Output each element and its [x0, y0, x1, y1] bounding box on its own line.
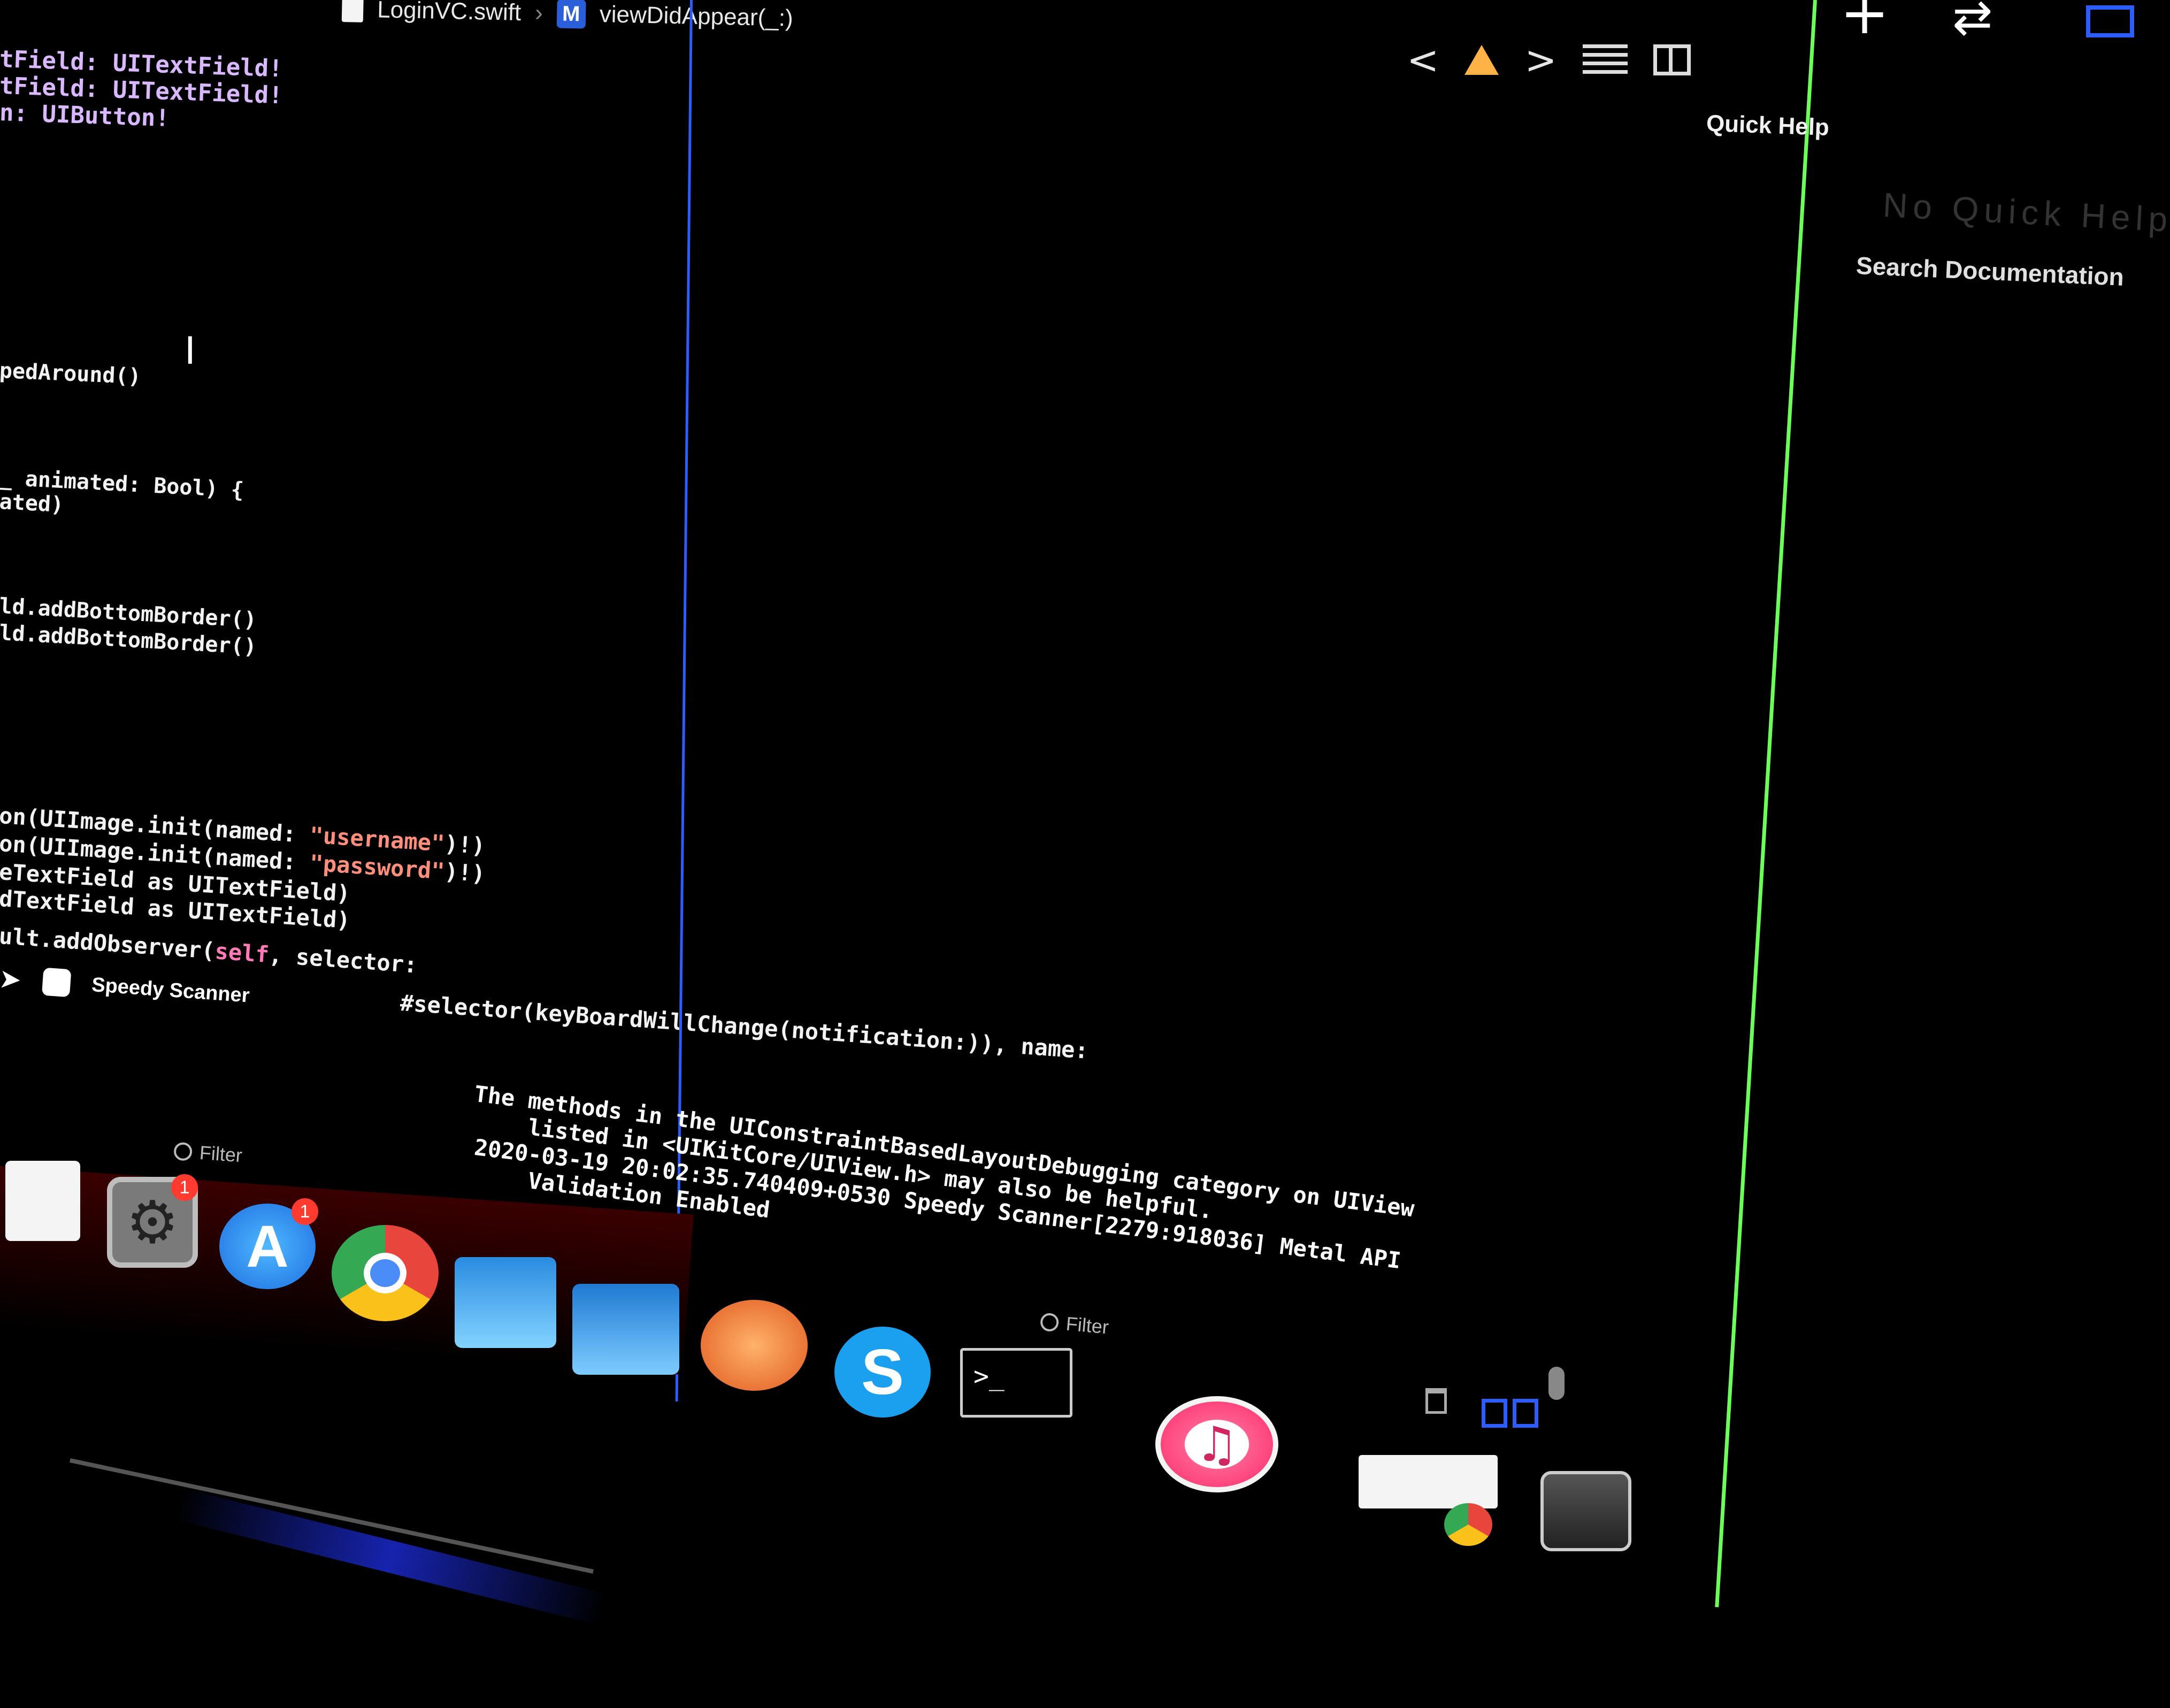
- filter-label: Filter: [198, 1141, 243, 1167]
- chrome-document-icon[interactable]: [1359, 1455, 1498, 1508]
- split-view-icon[interactable]: [1482, 1399, 1538, 1428]
- add-editor-icon[interactable]: [1653, 44, 1691, 75]
- chrome-badge-icon: [1444, 1503, 1492, 1546]
- previous-issue-button[interactable]: <: [1407, 37, 1439, 82]
- next-issue-button[interactable]: >: [1524, 37, 1556, 82]
- notification-badge: 1: [171, 1174, 198, 1201]
- code-text: tField:: [0, 45, 113, 77]
- terminal-icon[interactable]: >_: [960, 1348, 1072, 1418]
- code-line: ated): [0, 489, 65, 518]
- text-cursor-icon: I: [185, 329, 196, 373]
- xcode-icon[interactable]: [455, 1257, 556, 1348]
- code-text: )!): [443, 858, 486, 887]
- code-line: pedAround(): [0, 358, 142, 389]
- code-text: )!): [443, 830, 486, 860]
- no-quick-help-label: No Quick Help: [1882, 185, 2170, 240]
- finder-window-icon[interactable]: [5, 1161, 80, 1241]
- code-text: , selector:: [268, 941, 432, 979]
- add-icon[interactable]: +: [1840, 0, 1889, 47]
- xcode-beta-icon[interactable]: [572, 1284, 679, 1375]
- skype-icon[interactable]: S: [834, 1327, 931, 1418]
- code-text: tField:: [0, 72, 113, 104]
- editor-options-icon[interactable]: [1582, 44, 1628, 75]
- code-editor[interactable]: tField: UITextField! tField: UITextField…: [0, 0, 1765, 1708]
- filter-icon: [1039, 1312, 1060, 1332]
- editor-toolbar: < >: [1407, 37, 1691, 82]
- music-icon[interactable]: ♫: [1155, 1396, 1278, 1492]
- variables-filter[interactable]: Filter: [173, 1140, 243, 1167]
- spark-mail-icon[interactable]: [701, 1300, 808, 1391]
- code-line: #selector(keyBoardWillChange(notificatio…: [399, 990, 1090, 1064]
- swap-icon[interactable]: ⇄: [1952, 0, 1992, 45]
- filter-label: Filter: [1065, 1312, 1110, 1338]
- inspector-toggle-icon[interactable]: [2086, 5, 2134, 37]
- trash-icon[interactable]: [1540, 1471, 1631, 1551]
- code-text: n:: [0, 99, 43, 128]
- code-text: ult.addObserver(: [0, 923, 216, 964]
- app-scheme-icon: [41, 967, 72, 998]
- notification-badge: 1: [292, 1198, 318, 1225]
- console-scrollbar[interactable]: [1548, 1367, 1565, 1400]
- code-line: n: UIButton!: [0, 99, 170, 132]
- chrome-icon[interactable]: [332, 1225, 439, 1321]
- quick-help-title: Quick Help: [1706, 110, 1830, 141]
- warning-icon[interactable]: [1464, 45, 1499, 75]
- search-documentation-link[interactable]: Search Documentation: [1855, 251, 2125, 292]
- code-keyword: self: [214, 938, 270, 968]
- filter-icon: [173, 1142, 193, 1161]
- location-icon[interactable]: ➤: [0, 963, 22, 995]
- code-type: UIButton!: [41, 100, 170, 133]
- clear-console-icon[interactable]: [1425, 1388, 1447, 1414]
